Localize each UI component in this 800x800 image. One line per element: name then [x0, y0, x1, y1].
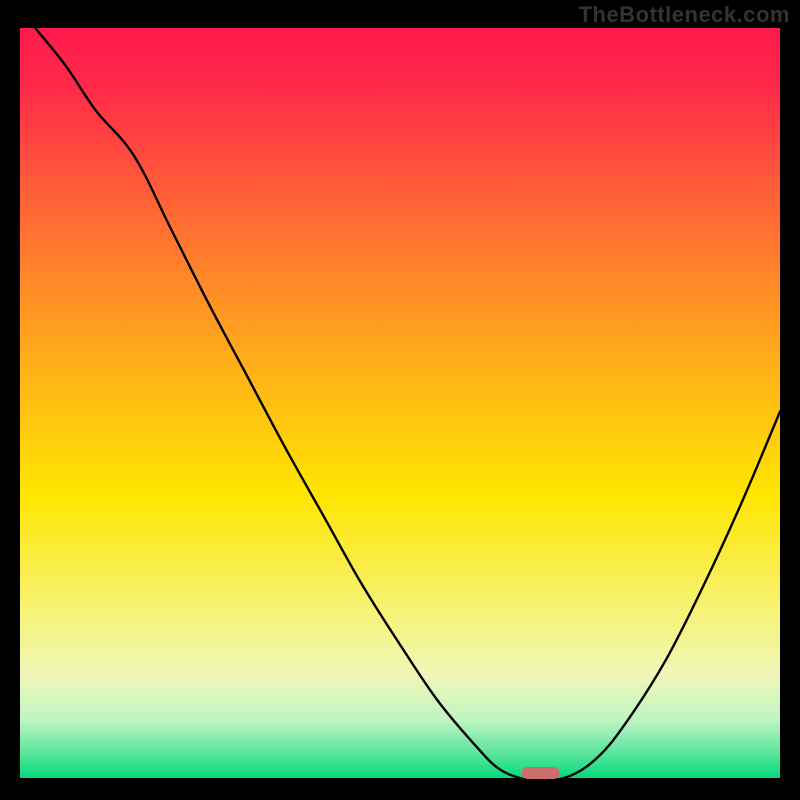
optimal-point-marker: [522, 767, 560, 779]
bottleneck-curve-chart: [20, 28, 780, 780]
chart-frame: TheBottleneck.com: [0, 0, 800, 800]
gradient-background: [20, 28, 780, 780]
watermark-text: TheBottleneck.com: [579, 2, 790, 28]
